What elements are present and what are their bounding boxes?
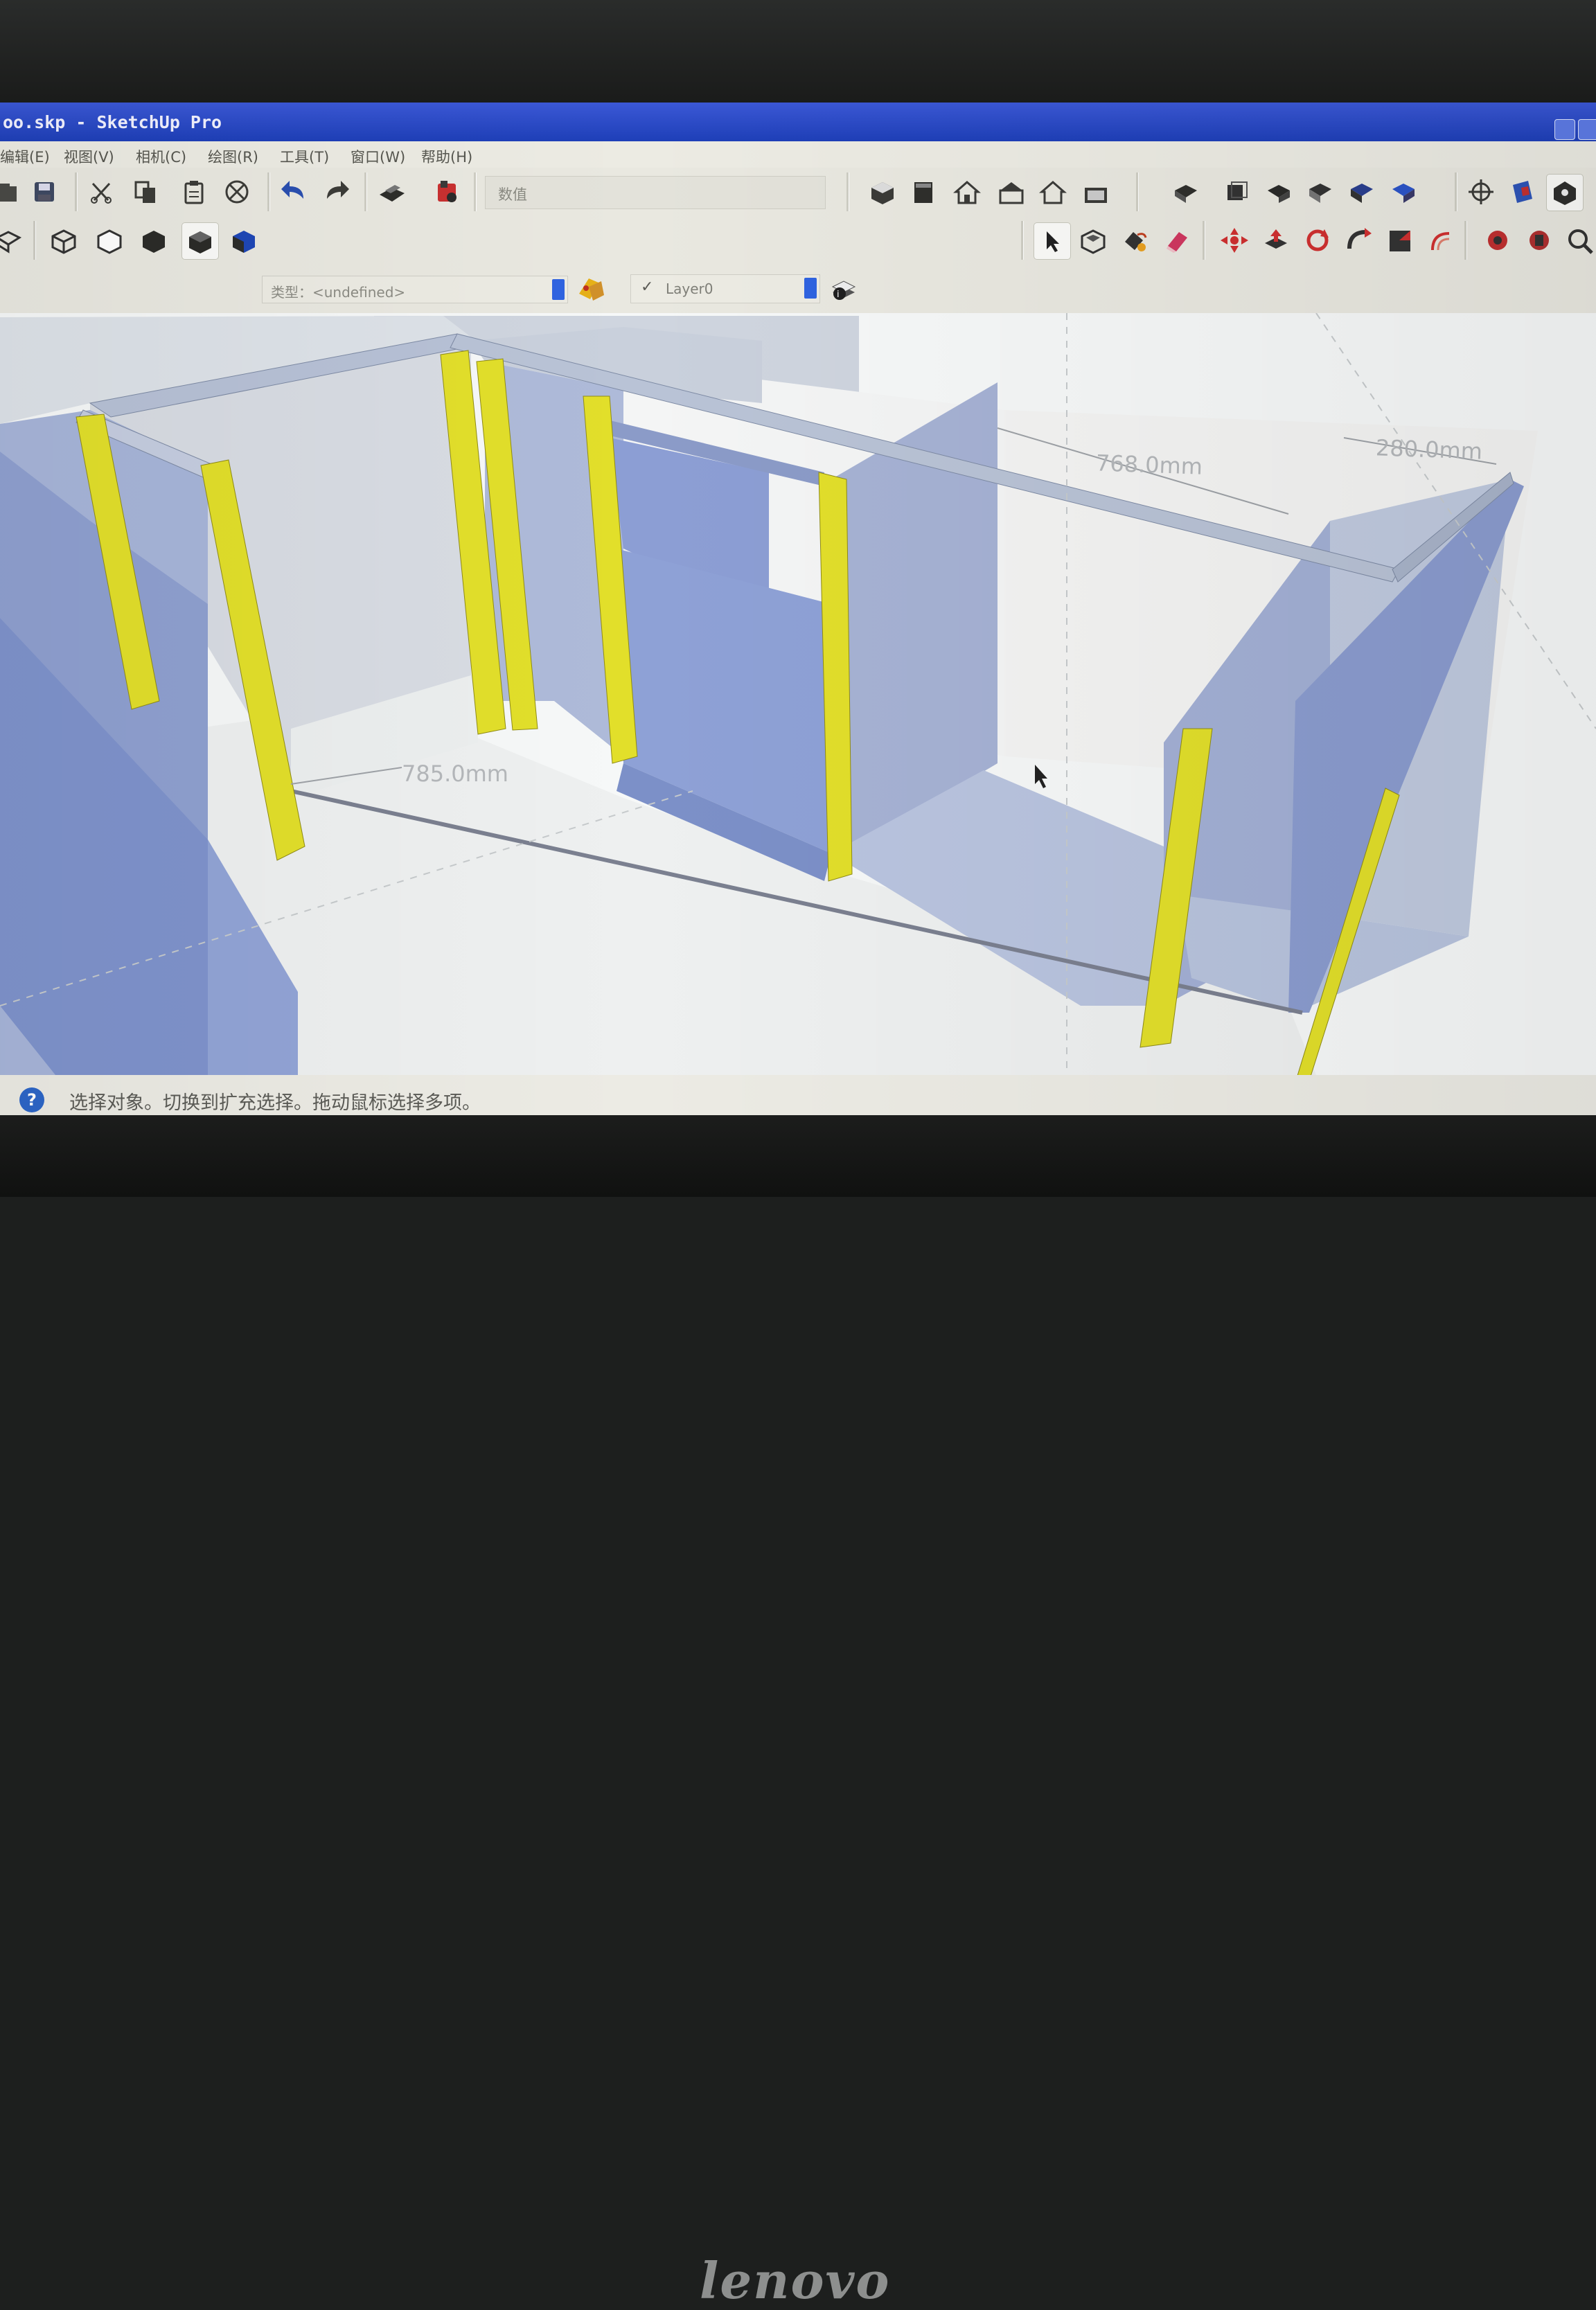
- right-view-icon[interactable]: [993, 174, 1029, 210]
- component-browser-icon[interactable]: [574, 272, 610, 308]
- toolbar-separator: [75, 172, 78, 211]
- iso-view-icon[interactable]: [864, 174, 901, 210]
- entity-type-prefix: 类型：: [271, 284, 312, 301]
- toolbar-separator: [33, 221, 36, 260]
- maximize-button[interactable]: [1578, 119, 1596, 140]
- front-view-icon[interactable]: [949, 174, 985, 210]
- entity-type-select[interactable]: 类型：<undefined>: [262, 276, 568, 303]
- erase-icon[interactable]: [219, 174, 255, 210]
- rotate-tool-icon[interactable]: [1300, 222, 1336, 258]
- paste-icon[interactable]: [176, 174, 212, 210]
- monitor-bezel-top: [0, 0, 1596, 104]
- move-tool-icon[interactable]: [1216, 222, 1252, 258]
- hidden-line-icon[interactable]: [1302, 174, 1338, 210]
- redo-icon[interactable]: [319, 174, 355, 210]
- style-and-tools-toolbar: [0, 216, 1596, 265]
- left-view-icon[interactable]: [1078, 174, 1114, 210]
- xray-style-icon[interactable]: [0, 222, 26, 258]
- shaded-textures-style-icon[interactable]: [181, 222, 219, 260]
- toolbar-separator: [846, 172, 849, 211]
- xray-icon[interactable]: [1168, 174, 1204, 210]
- menu-draw[interactable]: 绘图(R): [208, 146, 258, 167]
- follow-me-tool-icon[interactable]: [1341, 222, 1377, 258]
- toolbar-separator: [1464, 221, 1467, 260]
- print-icon[interactable]: [374, 174, 410, 210]
- back-view-icon[interactable]: [1035, 174, 1071, 210]
- scale-tool-icon[interactable]: [1383, 222, 1419, 258]
- shaded-icon[interactable]: [1344, 174, 1380, 210]
- toolbar-separator: [1455, 172, 1457, 211]
- toolbar-separator: [1136, 172, 1139, 211]
- top-view-icon[interactable]: [906, 174, 942, 210]
- zoom-tool-icon[interactable]: [1563, 222, 1596, 258]
- shaded-style-icon[interactable]: [136, 222, 172, 258]
- toolbar-separator: [1021, 221, 1024, 260]
- menu-tools[interactable]: 工具(T): [280, 146, 329, 167]
- standard-toolbar: 数值: [0, 168, 1596, 216]
- status-bar: ? 选择对象。切换到扩充选择。拖动鼠标选择多项。: [0, 1075, 1596, 1117]
- wireframe-style-icon[interactable]: [46, 222, 82, 258]
- offset-tool-icon[interactable]: [1424, 222, 1460, 258]
- menu-edit[interactable]: 编辑(E): [0, 146, 50, 167]
- orbit-tool-icon[interactable]: [1480, 222, 1516, 258]
- title-bar: oo.skp - SketchUp Pro: [0, 103, 1596, 141]
- model-info-icon[interactable]: [429, 174, 466, 210]
- open-icon[interactable]: [0, 174, 26, 210]
- copy-icon[interactable]: [127, 174, 163, 210]
- minimize-button[interactable]: [1554, 119, 1575, 140]
- save-icon[interactable]: [26, 174, 62, 210]
- wireframe-icon[interactable]: [1261, 174, 1297, 210]
- make-component-icon[interactable]: [1075, 222, 1111, 258]
- position-camera-icon[interactable]: [1463, 174, 1499, 210]
- dimension-label-768: 768.0mm: [1095, 450, 1203, 480]
- monitor-bezel-bottom: lenovo: [0, 1115, 1596, 2310]
- status-text: 选择对象。切换到扩充选择。拖动鼠标选择多项。: [69, 1092, 481, 1114]
- check-icon: ✓: [641, 278, 654, 296]
- model-viewport[interactable]: 768.0mm 280.0mm 785.0mm: [0, 313, 1596, 1075]
- model-drawing: [0, 313, 1596, 1075]
- toolbar-separator: [364, 172, 367, 211]
- measurements-label: 数值: [498, 186, 527, 203]
- monochrome-style-icon[interactable]: [226, 222, 262, 258]
- shaded-textures-icon[interactable]: [1385, 174, 1421, 210]
- back-edges-icon[interactable]: [1219, 174, 1255, 210]
- chevron-down-icon[interactable]: [552, 279, 565, 300]
- pan-tool-icon[interactable]: [1521, 222, 1557, 258]
- dimension-label-280: 280.0mm: [1375, 434, 1483, 465]
- menu-bar: 编辑(E) 视图(V) 相机(C) 绘图(R) 工具(T) 窗口(W) 帮助(H…: [0, 141, 1596, 168]
- layer-select[interactable]: ✓ Layer0: [630, 274, 820, 303]
- chevron-down-icon[interactable]: [804, 278, 817, 299]
- walk-icon[interactable]: [1505, 174, 1541, 210]
- hidden-line-style-icon[interactable]: [91, 222, 127, 258]
- look-around-icon[interactable]: [1546, 174, 1584, 211]
- entity-type-label: 类型：<undefined>: [271, 281, 405, 301]
- menu-window[interactable]: 窗口(W): [351, 146, 405, 167]
- push-pull-tool-icon[interactable]: [1258, 222, 1294, 258]
- cut-icon[interactable]: [83, 174, 119, 210]
- menu-view[interactable]: 视图(V): [64, 146, 114, 167]
- help-icon[interactable]: ?: [19, 1087, 44, 1112]
- measurements-box[interactable]: 数值: [485, 176, 826, 209]
- entity-type-value: <undefined>: [312, 284, 406, 301]
- dimension-label-785: 785.0mm: [402, 761, 508, 787]
- menu-help[interactable]: 帮助(H): [421, 146, 472, 167]
- svg-text:i: i: [837, 290, 840, 300]
- menu-camera[interactable]: 相机(C): [136, 146, 186, 167]
- select-tool-icon[interactable]: [1034, 222, 1071, 260]
- toolbar-separator: [1203, 221, 1205, 260]
- window-title: oo.skp - SketchUp Pro: [3, 112, 222, 132]
- eraser-tool-icon[interactable]: [1160, 222, 1196, 258]
- layer-manager-icon[interactable]: i: [826, 272, 862, 308]
- brand-logo: lenovo: [700, 2251, 891, 2310]
- toolbar-separator: [267, 172, 270, 211]
- application-window: oo.skp - SketchUp Pro 编辑(E) 视图(V) 相机(C) …: [0, 103, 1596, 1117]
- toolbar-separator: [474, 172, 477, 211]
- entity-layer-toolbar: 类型：<undefined> ✓ Layer0 i: [0, 265, 1596, 313]
- undo-icon[interactable]: [276, 174, 312, 210]
- paint-bucket-icon[interactable]: [1117, 222, 1153, 258]
- layer-name: Layer0: [666, 281, 713, 297]
